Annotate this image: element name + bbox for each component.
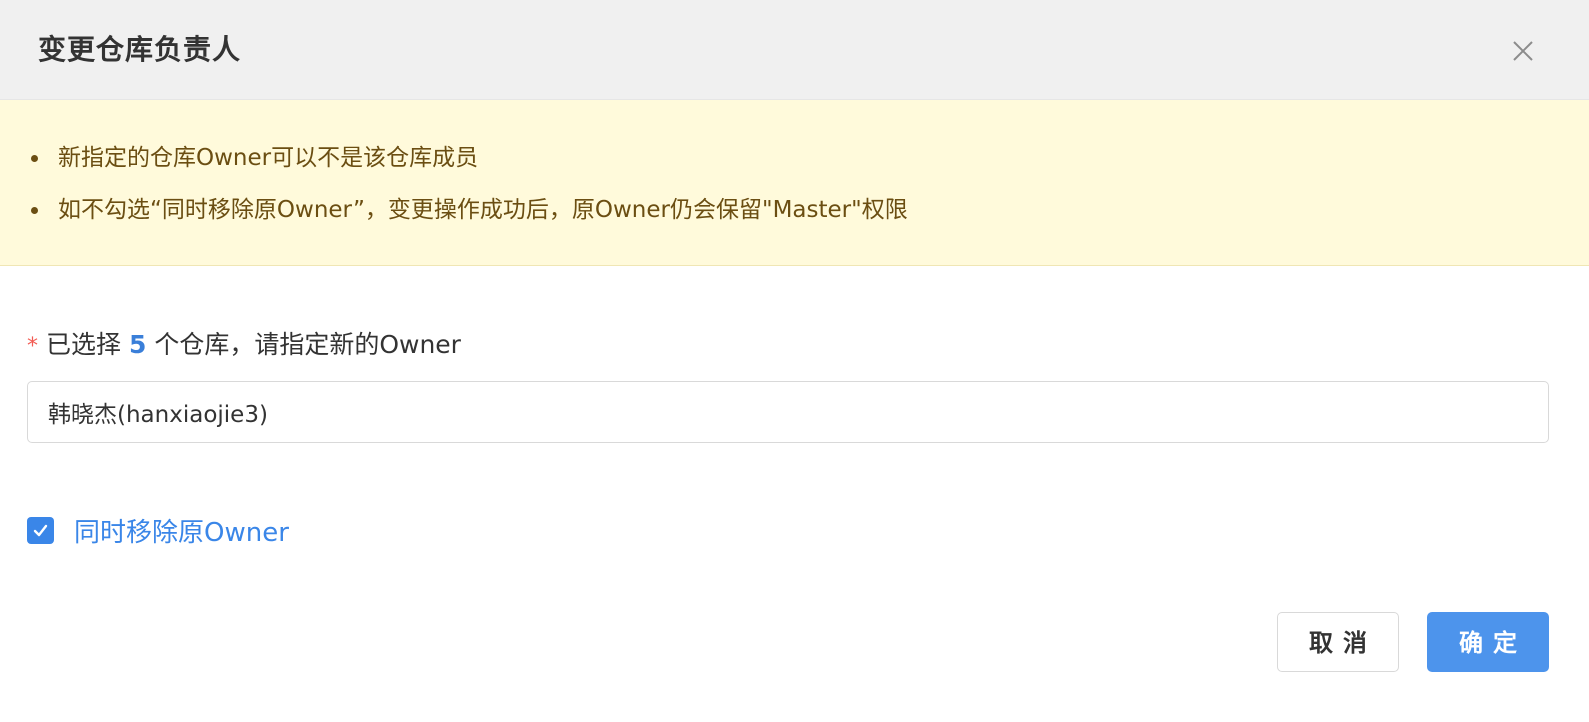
- bullet-dot: [31, 207, 38, 214]
- notice-item: 新指定的仓库Owner可以不是该仓库成员: [28, 138, 908, 178]
- notice-list: 新指定的仓库Owner可以不是该仓库成员 如不勾选“同时移除原Owner”，变更…: [28, 138, 908, 242]
- notice-text: 新指定的仓库Owner可以不是该仓库成员: [58, 145, 479, 171]
- remove-original-owner-checkbox[interactable]: 同时移除原Owner: [27, 510, 289, 550]
- confirm-button[interactable]: 确定: [1427, 612, 1549, 672]
- checkbox-label: 同时移除原Owner: [74, 517, 289, 548]
- change-owner-dialog: 变更仓库负责人 新指定的仓库Owner可以不是该仓库成员 如不勾选“同时移除原O…: [0, 0, 1589, 722]
- notice-text: 如不勾选“同时移除原Owner”，变更操作成功后，原Owner仍会保留"Mast…: [58, 197, 908, 223]
- selected-count: 5: [128, 330, 147, 359]
- notice-item: 如不勾选“同时移除原Owner”，变更操作成功后，原Owner仍会保留"Mast…: [28, 190, 908, 230]
- checkbox-checked[interactable]: [27, 516, 54, 544]
- close-icon[interactable]: [1510, 38, 1536, 64]
- owner-field-label: * 已选择 5 个仓库，请指定新的Owner: [27, 326, 461, 366]
- cancel-button[interactable]: 取消: [1277, 612, 1399, 672]
- label-prefix: 已选择: [46, 330, 122, 359]
- checkmark-icon: [33, 524, 48, 536]
- new-owner-input[interactable]: [27, 381, 1549, 443]
- label-suffix: 个仓库，请指定新的Owner: [154, 330, 461, 359]
- required-mark: *: [27, 334, 38, 359]
- dialog-header: 变更仓库负责人: [0, 0, 1589, 100]
- bullet-dot: [31, 155, 38, 162]
- dialog-title: 变更仓库负责人: [38, 33, 242, 66]
- notice-alert: 新指定的仓库Owner可以不是该仓库成员 如不勾选“同时移除原Owner”，变更…: [0, 100, 1589, 266]
